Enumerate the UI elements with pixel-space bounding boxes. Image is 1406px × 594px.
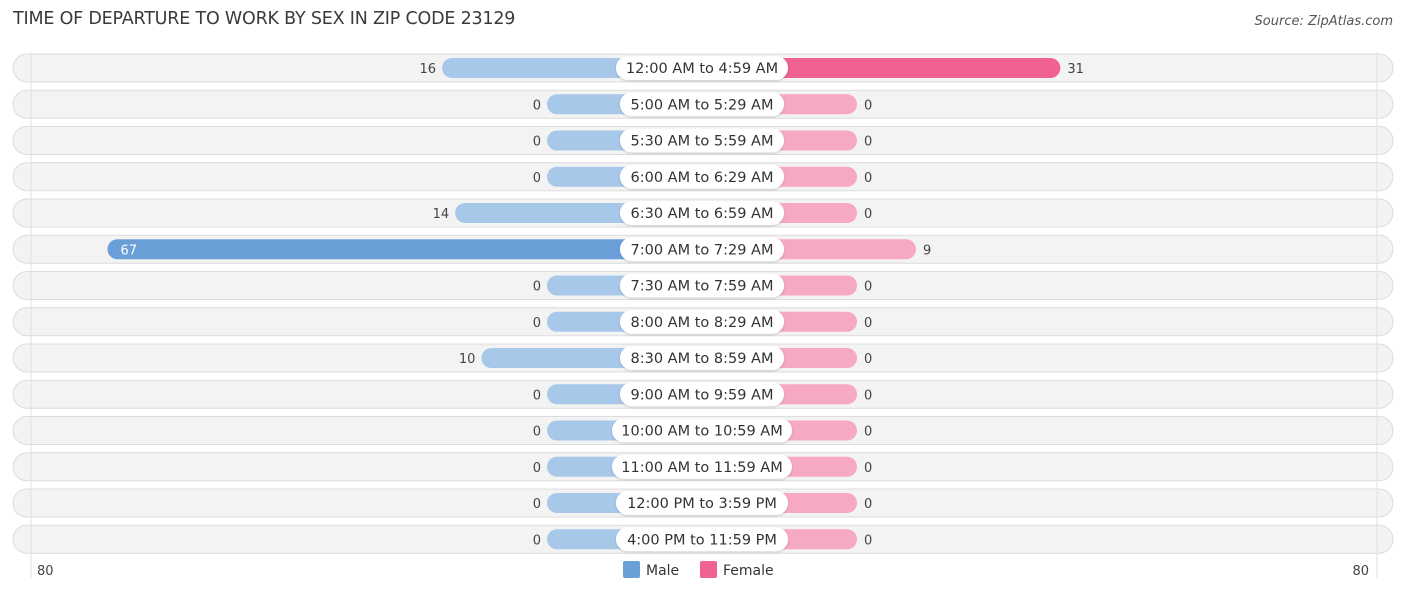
category-label: 10:00 AM to 10:59 AM [621,424,782,440]
table-row: 5:30 AM to 5:59 AM 0 0 [12,126,1394,155]
category-label: 7:30 AM to 7:59 AM [631,279,774,295]
value-label-male: 0 [533,425,541,440]
table-row: 8:30 AM to 8:59 AM 10 0 [12,343,1394,373]
value-label-male: 14 [433,207,450,222]
value-label-female: 0 [864,135,872,150]
category-label: 7:00 AM to 7:29 AM [631,242,774,258]
legend-item-female[interactable]: Female [700,561,774,579]
category-label: 6:00 AM to 6:29 AM [631,170,774,186]
value-label-male: 0 [533,98,541,113]
value-label-male: 10 [459,352,476,367]
table-row: 11:00 AM to 11:59 AM 0 0 [12,452,1394,482]
legend-label-female: Female [723,563,774,579]
value-label-male: 0 [533,171,541,186]
value-label-female: 0 [864,388,872,403]
table-row: 12:00 PM to 3:59 PM 0 0 [12,488,1394,518]
value-label-male: 0 [533,135,541,150]
category-label: 11:00 AM to 11:59 AM [621,460,782,476]
table-row: 9:00 AM to 9:59 AM 0 0 [12,379,1394,409]
category-label: 5:30 AM to 5:59 AM [631,134,774,150]
table-row: 12:00 AM to 4:59 AM 16 31 [12,53,1394,83]
value-label-male: 0 [533,461,541,476]
axis-right-label: 80 [1352,564,1369,579]
category-label: 8:30 AM to 8:59 AM [631,351,774,367]
value-label-female: 31 [1067,62,1084,77]
table-row: 7:30 AM to 7:59 AM 0 0 [12,271,1394,300]
value-label-male: 0 [533,533,541,548]
axis-left-label: 80 [37,564,54,579]
chart-area: 12:00 AM to 4:59 AM 16 31 5:00 AM to 5:29 A… [12,52,1394,579]
table-row: 8:00 AM to 8:29 AM 0 0 [12,307,1394,337]
value-label-female: 0 [864,461,872,476]
table-row: 7:00 AM to 7:29 AM 67 9 [12,234,1394,264]
value-label-male: 0 [533,388,541,403]
value-label-male: 0 [533,280,541,295]
value-label-female: 0 [864,207,872,222]
value-label-female: 9 [923,243,931,258]
table-row: 10:00 AM to 10:59 AM 0 0 [12,416,1394,445]
table-row: 5:00 AM to 5:29 AM 0 0 [12,89,1394,119]
value-label-female: 0 [864,425,872,440]
chart-rows: 12:00 AM to 4:59 AM 16 31 5:00 AM to 5:29 A… [12,53,1394,554]
category-label: 8:00 AM to 8:29 AM [631,315,774,331]
table-row: 6:00 AM to 6:29 AM 0 0 [12,162,1394,192]
value-label-female: 0 [864,171,872,186]
legend: Male Female [623,561,774,579]
value-label-female: 0 [864,98,872,113]
category-label: 5:00 AM to 5:29 AM [631,97,774,113]
value-label-male: 67 [120,243,137,258]
category-label: 12:00 PM to 3:59 PM [627,496,777,512]
value-label-male: 0 [533,497,541,512]
category-label: 4:00 PM to 11:59 PM [627,532,777,548]
value-label-male: 0 [533,316,541,331]
table-row: 6:30 AM to 6:59 AM 14 0 [12,198,1394,228]
value-label-female: 0 [864,280,872,295]
category-label: 6:30 AM to 6:59 AM [631,206,774,222]
value-label-female: 0 [864,316,872,331]
value-label-female: 0 [864,533,872,548]
legend-swatch-male [623,561,640,578]
value-label-female: 0 [864,497,872,512]
category-label: 9:00 AM to 9:59 AM [631,387,774,403]
value-label-female: 0 [864,352,872,367]
table-row: 4:00 PM to 11:59 PM 0 0 [12,524,1394,554]
legend-swatch-female [700,561,717,578]
legend-label-male: Male [646,563,679,579]
value-label-male: 16 [419,62,436,77]
legend-item-male[interactable]: Male [623,561,679,579]
category-label: 12:00 AM to 4:59 AM [626,61,778,77]
